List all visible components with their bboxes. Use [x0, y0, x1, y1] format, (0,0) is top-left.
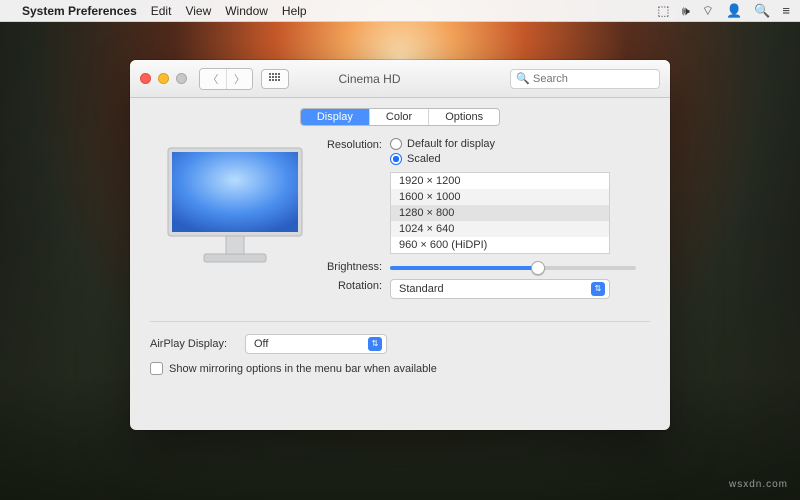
brightness-slider[interactable] [390, 266, 636, 270]
resolution-label: Resolution: [320, 138, 390, 254]
resolution-scaled-label: Scaled [407, 153, 441, 165]
tab-color[interactable]: Color [369, 109, 428, 125]
tab-bar: Display Color Options [130, 98, 670, 132]
display-prefs-window: 〈 〉 Cinema HD 🔍 Display Color Options [130, 60, 670, 430]
rotation-dropdown[interactable]: Standard ⇅ [390, 279, 610, 299]
airplay-value: Off [254, 338, 368, 350]
volume-icon[interactable]: 🕪 [682, 3, 690, 19]
resolution-list[interactable]: 1920 × 1200 1600 × 1000 1280 × 800 1024 … [390, 172, 610, 254]
watermark: wsxdn.com [729, 479, 788, 490]
brightness-thumb[interactable] [531, 261, 545, 275]
window-title: Cinema HD [229, 72, 510, 86]
titlebar: 〈 〉 Cinema HD 🔍 [130, 60, 670, 98]
brightness-label: Brightness: [320, 260, 390, 273]
tab-options[interactable]: Options [428, 109, 499, 125]
close-button[interactable] [140, 73, 151, 84]
user-icon[interactable]: 👤 [726, 3, 742, 19]
mirroring-checkbox-label: Show mirroring options in the menu bar w… [169, 363, 437, 375]
resolution-option[interactable]: 960 × 600 (HiDPI) [391, 237, 609, 253]
tab-display[interactable]: Display [301, 109, 369, 125]
wifi-icon[interactable]: ⌔ [702, 3, 714, 19]
resolution-option[interactable]: 1920 × 1200 [391, 173, 609, 189]
resolution-scaled-radio[interactable]: Scaled [390, 153, 610, 165]
dropbox-icon[interactable]: ⬚ [657, 3, 669, 19]
app-title[interactable]: System Preferences [22, 4, 137, 18]
search-field-wrap: 🔍 [510, 69, 660, 89]
divider [150, 321, 650, 322]
resolution-default-label: Default for display [407, 138, 495, 150]
resolution-option[interactable]: 1600 × 1000 [391, 189, 609, 205]
rotation-value: Standard [399, 283, 591, 295]
airplay-dropdown[interactable]: Off ⇅ [245, 334, 387, 354]
back-button[interactable]: 〈 [200, 69, 226, 89]
mirroring-checkbox[interactable]: Show mirroring options in the menu bar w… [150, 362, 650, 375]
menu-help[interactable]: Help [282, 4, 307, 18]
rotation-label: Rotation: [320, 279, 390, 299]
resolution-default-radio[interactable]: Default for display [390, 138, 610, 150]
resolution-option[interactable]: 1024 × 640 [391, 221, 609, 237]
search-input[interactable] [510, 69, 660, 89]
menu-view[interactable]: View [185, 4, 211, 18]
resolution-option[interactable]: 1280 × 800 [391, 205, 609, 221]
spotlight-icon[interactable]: 🔍 [754, 3, 770, 19]
display-thumbnail [150, 142, 320, 305]
chevron-updown-icon: ⇅ [368, 337, 382, 351]
menubar: System Preferences Edit View Window Help… [0, 0, 800, 22]
zoom-button[interactable] [176, 73, 187, 84]
search-icon: 🔍 [516, 72, 530, 85]
menu-window[interactable]: Window [225, 4, 268, 18]
airplay-label: AirPlay Display: [150, 338, 245, 350]
minimize-button[interactable] [158, 73, 169, 84]
chevron-updown-icon: ⇅ [591, 282, 605, 296]
notifications-icon[interactable]: ≡ [782, 3, 790, 18]
menu-edit[interactable]: Edit [151, 4, 172, 18]
window-controls [140, 73, 187, 84]
